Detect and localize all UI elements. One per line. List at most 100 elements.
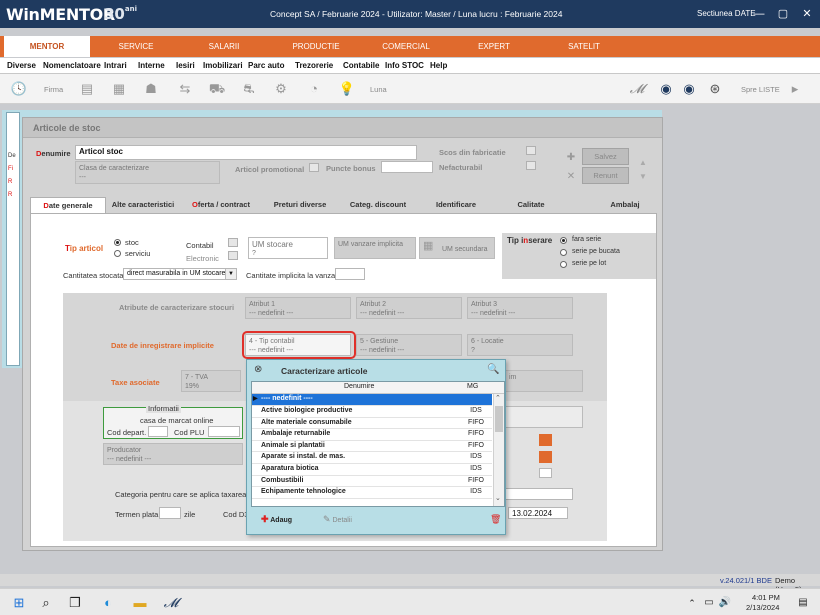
table-row[interactable]: Combustibili FIFO — [252, 476, 492, 488]
col-denumire[interactable]: Denumire — [344, 383, 374, 390]
chevron-up-icon[interactable]: ⌃ — [683, 594, 701, 612]
tax-field-partial[interactable]: im — [499, 370, 583, 392]
date-input[interactable]: 13.02.2024 — [508, 507, 568, 519]
producator-field[interactable]: Producator --- nedefinit --- — [103, 443, 243, 465]
menu-interne[interactable]: Interne — [138, 61, 165, 70]
menu-diverse[interactable]: Diverse — [7, 61, 36, 70]
minimize-button[interactable]: — — [748, 0, 770, 28]
module-tab-satelit[interactable]: SATELIT — [544, 36, 624, 57]
scroll-up-icon[interactable]: ⌃ — [495, 394, 501, 402]
menu-help[interactable]: Help — [430, 61, 447, 70]
denumire-input[interactable]: Articol stoc — [75, 145, 417, 160]
car-icon[interactable]: ⛐ — [240, 80, 258, 98]
scroll-thumb[interactable] — [495, 406, 503, 432]
winmentor-taskbar-icon[interactable]: 𝓜 — [162, 594, 180, 612]
module-tab-comercial[interactable]: COMERCIAL — [366, 36, 446, 57]
signature-icon[interactable]: 𝓜 — [628, 80, 646, 98]
menu-nomenclatoare[interactable]: Nomenclatoare — [43, 61, 101, 70]
adaug-button[interactable]: ✚ Adaug — [261, 514, 292, 525]
windows-start-icon[interactable]: ⊞ — [10, 594, 28, 612]
gestiune-field[interactable]: 5 - Gestiune --- nedefinit --- — [356, 334, 462, 356]
chevron-down-icon[interactable]: ▼ — [225, 269, 236, 279]
tab-calitate[interactable]: Calitate — [502, 197, 560, 214]
tab-categ-discount[interactable]: Categ. discount — [340, 197, 416, 214]
boxes-icon[interactable]: ▦ — [110, 80, 128, 98]
trash-icon[interactable]: 🗑 — [490, 514, 501, 525]
cancel-icon[interactable]: ✕ — [564, 168, 578, 182]
clasa-caracterizare-field[interactable]: Clasa de caracterizare --- — [75, 161, 220, 184]
tab-ambalaj[interactable]: Ambalaj — [596, 197, 654, 214]
nefacturabil-checkbox[interactable] — [526, 161, 536, 170]
truck-icon[interactable]: ⛟ — [208, 80, 226, 98]
locatie-field[interactable]: 6 - Locatie? — [467, 334, 573, 356]
table-row[interactable]: Alte materiale consumabile FIFO — [252, 418, 492, 430]
salvez-button[interactable]: Salvez — [582, 148, 629, 165]
chevron-right-icon[interactable]: ▸ — [786, 80, 804, 98]
atribut2-field[interactable]: Atribut 2 --- nedefinit --- — [356, 297, 462, 319]
add-icon[interactable]: ✚ — [564, 149, 578, 163]
tva-field[interactable]: 7 - TVA 19% — [181, 370, 241, 392]
clock-date[interactable]: 2/13/2024 — [746, 603, 779, 612]
atribut1-field[interactable]: Atribut 1 --- nedefinit --- — [245, 297, 351, 319]
menu-parc-auto[interactable]: Parc auto — [248, 61, 284, 70]
module-tab-expert[interactable]: EXPERT — [454, 36, 534, 57]
arrow-down-icon[interactable]: ▼ — [638, 168, 648, 181]
edge-icon[interactable]: ◐ — [99, 594, 117, 612]
search-icon[interactable]: ⌕ — [37, 594, 55, 612]
close-icon[interactable]: ⊗ — [254, 364, 262, 375]
module-tab-mentor[interactable]: MENTOR — [4, 36, 90, 57]
menu-trezorerie[interactable]: Trezorerie — [295, 61, 333, 70]
lifebuoy-icon[interactable]: ⊛ — [706, 80, 724, 98]
task-view-icon[interactable]: ❐ — [66, 594, 84, 612]
scroll-down-icon[interactable]: ⌄ — [495, 494, 501, 502]
categoria-input[interactable] — [499, 488, 573, 500]
table-row[interactable]: ▶ ---- nedefinit ---- — [252, 394, 492, 406]
stoc-radio[interactable] — [114, 239, 121, 246]
table-row[interactable]: Echipamente tehnologice IDS — [252, 487, 492, 499]
grid-scrollbar[interactable]: ⌃ ⌄ — [493, 394, 504, 506]
atribut3-field[interactable]: Atribut 3 --- nedefinit --- — [467, 297, 573, 319]
articol-promotional-checkbox[interactable] — [309, 163, 319, 172]
col-mg[interactable]: MG — [467, 383, 478, 390]
notifications-icon[interactable]: ▤ — [794, 594, 812, 612]
tab-alte-caracteristici[interactable]: Alte caracteristici — [108, 197, 178, 214]
table-row[interactable]: Ambalaje returnabile FIFO — [252, 429, 492, 441]
cantitatea-stocata-select[interactable]: direct masurabila in UM stocare ▼ — [123, 268, 237, 280]
tab-preturi-diverse[interactable]: Preturi diverse — [264, 197, 336, 214]
renunt-button[interactable]: Renunt — [582, 167, 629, 184]
toolbar-spre-liste[interactable]: Spre LISTE — [741, 85, 780, 94]
table-row[interactable]: Animale si plantatii FIFO — [252, 441, 492, 453]
arrow-up-icon[interactable]: ▲ — [638, 154, 648, 167]
transfer-icon[interactable]: ⇆ — [176, 80, 194, 98]
detalii-button[interactable]: ✎ Detalii — [323, 514, 352, 525]
electronic-checkbox[interactable] — [228, 251, 238, 260]
eye-right-icon[interactable]: ◉ — [680, 80, 698, 98]
um-secundara-button[interactable]: ▦ UM secundara — [419, 237, 495, 259]
tab-identificare[interactable]: Identificare — [422, 197, 490, 214]
file-explorer-icon[interactable]: ▬ — [131, 594, 149, 612]
document-icon[interactable]: ▤ — [78, 80, 96, 98]
clock-time[interactable]: 4:01 PM — [752, 593, 780, 602]
menu-contabile[interactable]: Contabile — [343, 61, 379, 70]
scos-fabricatie-checkbox[interactable] — [526, 146, 536, 155]
table-row[interactable]: Active biologice productive IDS — [252, 406, 492, 418]
tools-icon[interactable]: ⚙ — [272, 80, 290, 98]
right-info-field[interactable] — [499, 406, 583, 428]
module-tab-productie[interactable]: PRODUCTIE — [276, 36, 356, 57]
cantitate-vanzare-input[interactable] — [335, 268, 365, 280]
tab-date-generale[interactable]: Date generale — [30, 197, 106, 214]
module-tab-service[interactable]: SERVICE — [96, 36, 176, 57]
cod-depart-input[interactable] — [148, 426, 168, 437]
serviciu-radio[interactable] — [114, 250, 121, 257]
small-input[interactable] — [539, 468, 552, 478]
contabil-checkbox[interactable] — [228, 238, 238, 247]
lightbulb-icon[interactable]: 💡 — [338, 80, 356, 98]
menu-intrari[interactable]: Intrari — [104, 61, 127, 70]
cod-plu-input[interactable] — [208, 426, 240, 437]
menu-info-stoc[interactable]: Info STOC — [385, 61, 424, 70]
toolbar-luna[interactable]: Luna — [370, 85, 387, 94]
search-icon[interactable]: 🔍 — [487, 364, 499, 375]
close-button[interactable]: ✕ — [796, 0, 818, 28]
table-row[interactable]: Aparate si instal. de mas. IDS — [252, 452, 492, 464]
users-icon[interactable]: ☗ — [142, 80, 160, 98]
